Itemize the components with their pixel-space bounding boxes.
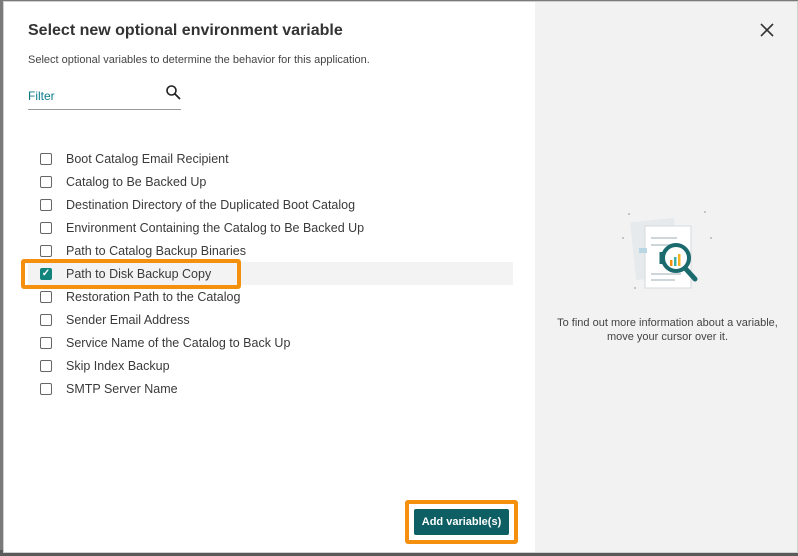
- variable-item-service-name[interactable]: Service Name of the Catalog to Back Up: [28, 331, 513, 354]
- variable-label: Restoration Path to the Catalog: [66, 289, 241, 304]
- variable-label: Path to Catalog Backup Binaries: [66, 243, 246, 258]
- variable-item-restoration-path[interactable]: Restoration Path to the Catalog: [28, 285, 513, 308]
- info-text: To find out more information about a var…: [557, 317, 778, 343]
- variable-item-destination-directory[interactable]: Destination Directory of the Duplicated …: [28, 193, 513, 216]
- check-icon: ✓: [41, 267, 51, 279]
- checkbox[interactable]: [40, 221, 52, 234]
- checkbox[interactable]: [40, 152, 52, 165]
- variable-label: Destination Directory of the Duplicated …: [66, 197, 356, 212]
- variable-label: Service Name of the Catalog to Back Up: [66, 335, 291, 350]
- variable-item-catalog-to-be-backed-up[interactable]: Catalog to Be Backed Up: [28, 170, 513, 193]
- variable-item-path-to-catalog-backup-binaries[interactable]: Path to Catalog Backup Binaries: [28, 239, 513, 262]
- variable-label: SMTP Server Name: [66, 381, 178, 396]
- checkbox[interactable]: [40, 336, 52, 349]
- add-variables-button[interactable]: Add variable(s): [414, 509, 509, 535]
- info-pane: To find out more information about a var…: [535, 2, 797, 552]
- checkbox[interactable]: [40, 313, 52, 326]
- checkbox[interactable]: [40, 382, 52, 395]
- filter-input[interactable]: [28, 86, 158, 106]
- search-icon[interactable]: [165, 84, 181, 100]
- checkbox-checked[interactable]: ✓: [40, 267, 52, 280]
- variable-label: Sender Email Address: [66, 312, 190, 327]
- dialog-subtitle: Select optional variables to determine t…: [28, 54, 370, 66]
- checkbox[interactable]: [40, 244, 52, 257]
- variable-label: Path to Disk Backup Copy: [66, 266, 212, 281]
- checkbox[interactable]: [40, 359, 52, 372]
- variable-item-boot-catalog-email-recipient[interactable]: Boot Catalog Email Recipient: [28, 147, 513, 170]
- variable-label: Boot Catalog Email Recipient: [66, 151, 229, 166]
- checkbox[interactable]: [40, 175, 52, 188]
- dialog-main-pane: Select new optional environment variable…: [4, 2, 535, 552]
- close-icon[interactable]: [759, 22, 775, 38]
- variable-label: Skip Index Backup: [66, 358, 170, 373]
- document-magnifier-icon: [622, 211, 712, 289]
- variable-item-path-to-disk-backup-copy[interactable]: ✓ Path to Disk Backup Copy: [28, 262, 513, 285]
- variable-label: Environment Containing the Catalog to Be…: [66, 220, 365, 235]
- variable-list: Boot Catalog Email Recipient Catalog to …: [28, 147, 513, 400]
- checkbox[interactable]: [40, 290, 52, 303]
- variable-item-sender-email-address[interactable]: Sender Email Address: [28, 308, 513, 331]
- variable-label: Catalog to Be Backed Up: [66, 174, 207, 189]
- dialog-title: Select new optional environment variable: [28, 22, 343, 39]
- add-button-highlight: Add variable(s): [405, 500, 518, 544]
- variable-item-environment-containing-catalog[interactable]: Environment Containing the Catalog to Be…: [28, 216, 513, 239]
- filter-field: [28, 82, 181, 110]
- variable-item-skip-index-backup[interactable]: Skip Index Backup: [28, 354, 513, 377]
- checkbox[interactable]: [40, 198, 52, 211]
- variable-selection-dialog: Select new optional environment variable…: [3, 1, 798, 553]
- variable-item-smtp-server-name[interactable]: SMTP Server Name: [28, 377, 513, 400]
